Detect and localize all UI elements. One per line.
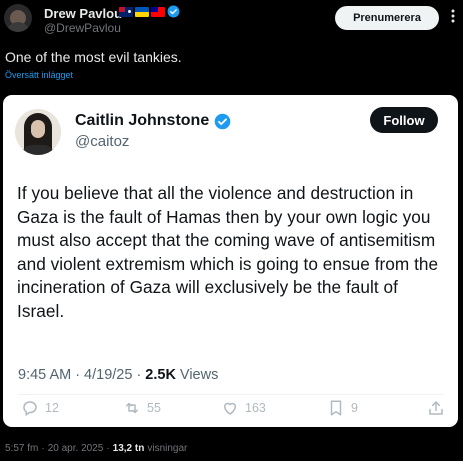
verified-badge-icon: [167, 5, 180, 18]
heart-icon: [224, 402, 236, 415]
bookmark-icon: [330, 400, 342, 416]
like-count: 163: [245, 401, 266, 415]
share-button[interactable]: [427, 399, 445, 417]
follow-button[interactable]: Follow: [370, 107, 438, 133]
post-text: One of the most evil tankies.: [5, 49, 182, 65]
quoted-author-name-row: Caitlin Johnstone: [75, 112, 231, 130]
quoted-author-handle[interactable]: @caitoz: [75, 133, 129, 150]
meta-separator: ·: [75, 367, 81, 383]
meta-separator: ·: [136, 367, 142, 383]
author-name-decorations: [119, 5, 180, 18]
repost-button[interactable]: 55: [123, 399, 161, 417]
repost-icon: [126, 402, 138, 414]
ukraine-flag-icon: [135, 6, 149, 17]
divider: [18, 394, 444, 395]
post-date[interactable]: 20 apr. 2025: [48, 443, 104, 454]
meta-separator: ·: [41, 443, 45, 454]
quoted-post-meta: 9:45 AM · 4/19/25 · 2.5K Views: [18, 367, 218, 383]
reply-icon: [23, 401, 37, 417]
author-name[interactable]: Drew Pavlou: [44, 6, 122, 21]
author-avatar[interactable]: [4, 4, 32, 32]
quoted-views-label: Views: [179, 367, 219, 383]
quoted-author-name[interactable]: Caitlin Johnstone: [75, 112, 209, 130]
translate-post-link[interactable]: Översätt inlägget: [5, 70, 73, 80]
subscribe-button[interactable]: Prenumerera: [335, 6, 439, 30]
quoted-post-card[interactable]: Caitlin Johnstone @caitoz Follow If you …: [3, 95, 458, 427]
reply-count: 12: [45, 401, 59, 415]
verified-badge-icon: [214, 113, 231, 129]
post-meta: 5:57 fm · 20 apr. 2025 · 13,2 tn visning…: [5, 443, 187, 454]
author-handle[interactable]: @DrewPavlou: [44, 21, 121, 35]
taiwan-flag-icon: [151, 6, 165, 17]
quoted-post-actions: 12 55 163 9: [3, 399, 458, 423]
quoted-author-avatar[interactable]: [15, 109, 61, 155]
quoted-views-count: 2.5K: [145, 367, 176, 383]
views-count: 13,2 tn: [112, 443, 145, 454]
share-icon: [429, 401, 443, 415]
quoted-post-time[interactable]: 9:45 AM: [18, 367, 71, 383]
meta-separator: ·: [106, 443, 110, 454]
reply-button[interactable]: 12: [21, 399, 59, 417]
like-button[interactable]: 163: [221, 399, 266, 417]
views-label: visningar: [147, 443, 188, 454]
australia-flag-icon: [119, 6, 133, 17]
bookmark-count: 9: [351, 401, 358, 415]
quoted-post-date[interactable]: 4/19/25: [84, 367, 132, 383]
more-options-icon[interactable]: [446, 8, 460, 24]
repost-count: 55: [147, 401, 161, 415]
post-time[interactable]: 5:57 fm: [5, 443, 38, 454]
post-header: Drew Pavlou @DrewPavlou Prenumerera: [0, 0, 463, 42]
quoted-post-text: If you believe that all the violence and…: [17, 183, 439, 321]
bookmark-button[interactable]: 9: [327, 399, 358, 417]
